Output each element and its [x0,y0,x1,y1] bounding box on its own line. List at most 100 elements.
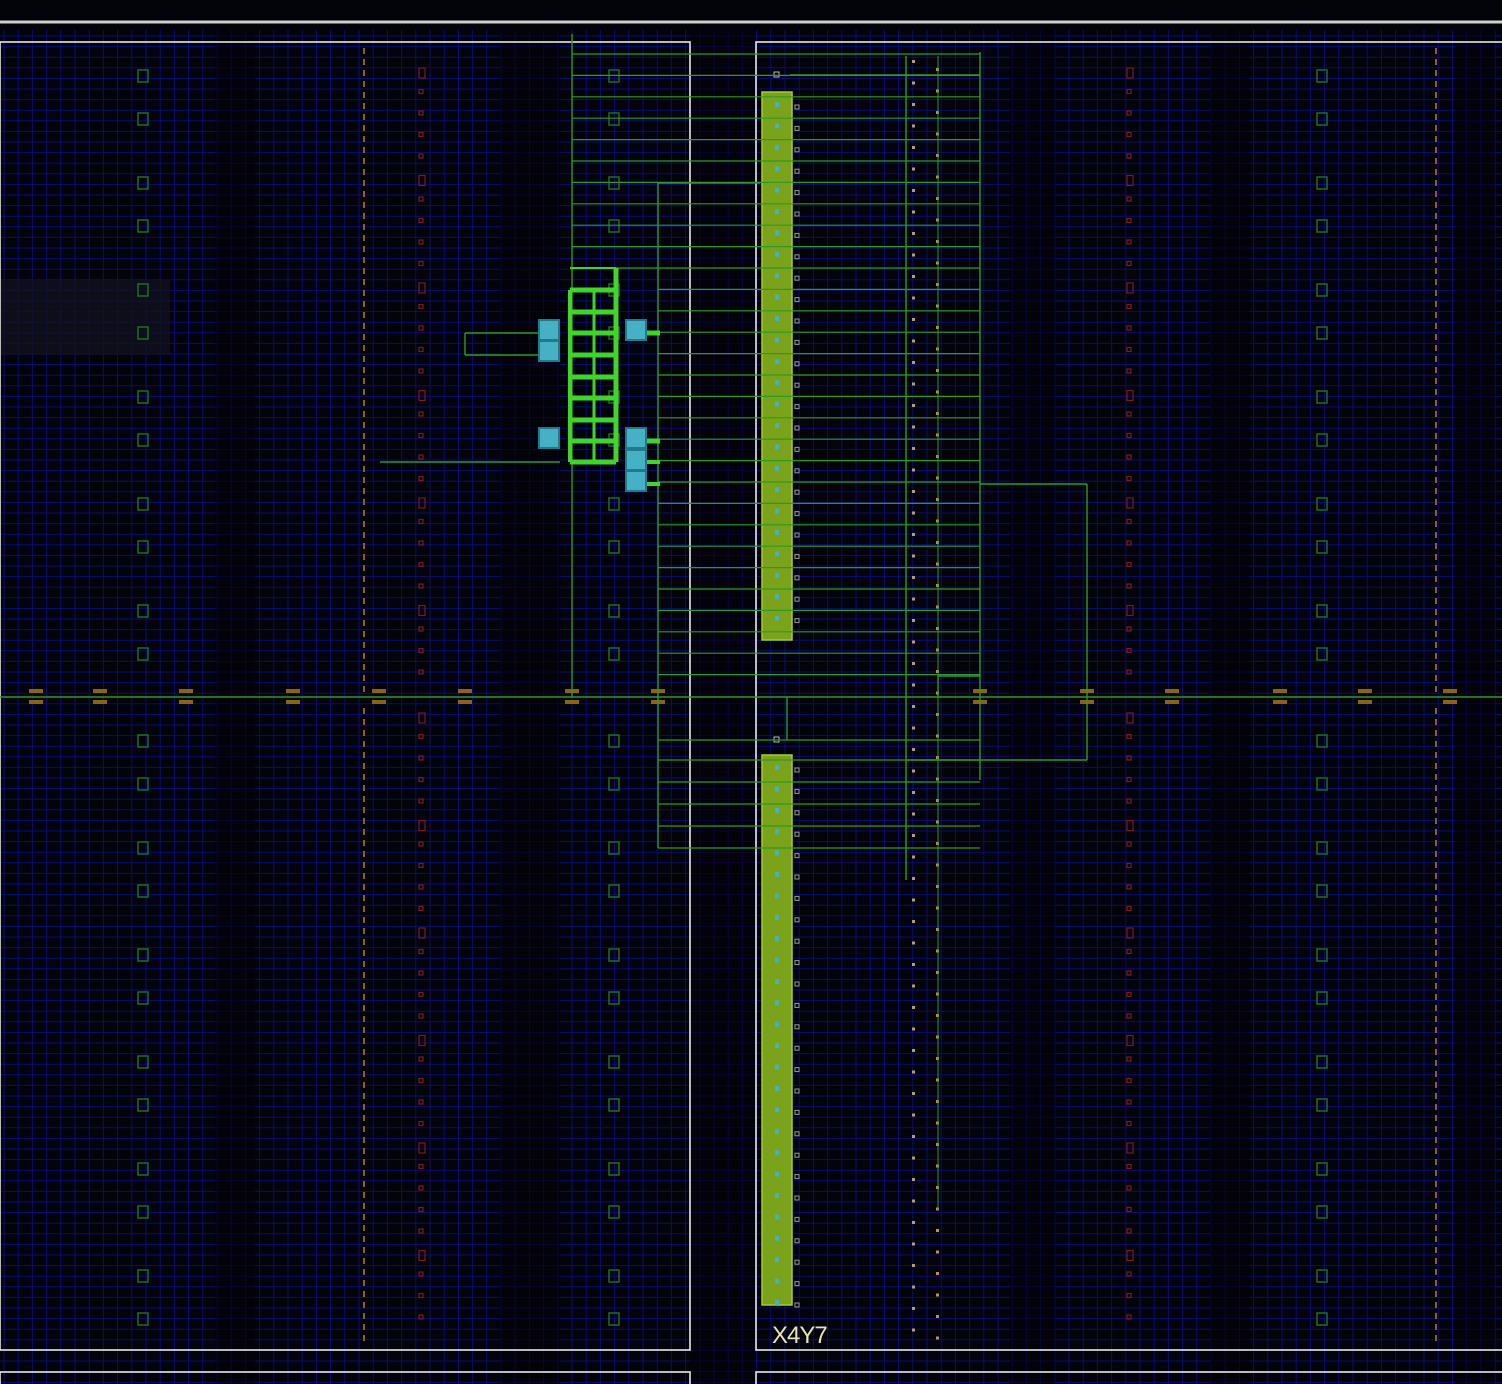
block-pin [775,1064,779,1070]
site-dot [912,726,915,730]
square-cell-icon[interactable] [625,449,647,471]
io-site-dash [363,103,365,109]
site-dot [912,597,915,601]
io-site-dash [1435,268,1437,274]
io-site-dash [363,1324,365,1330]
io-site-dash [1435,1005,1437,1011]
site-dot [912,1135,915,1138]
io-site-dash [1435,1236,1437,1242]
block-ram-upper[interactable] [761,91,793,641]
io-site-dash [363,532,365,538]
block-pin [775,1235,779,1241]
device-canvas[interactable] [0,0,1502,1384]
io-site-dash [363,939,365,945]
io-site-dash [1435,389,1437,395]
block-pin [775,465,779,471]
block-ram-lower[interactable] [761,754,793,1306]
block-pin [775,380,779,386]
io-site-dash [1435,785,1437,791]
square-cell-icon[interactable] [538,427,560,449]
io-site-dash [363,257,365,263]
io-site-dash [1435,48,1437,54]
site-dot [912,683,915,687]
io-site-dash [1435,367,1437,373]
io-site-dash [1435,862,1437,868]
block-pin [775,850,779,856]
io-site-dash [363,598,365,604]
dark-channel-column [215,30,255,1384]
io-site-dash [363,114,365,120]
block-pin [775,786,779,792]
io-site-dash [363,268,365,274]
io-site-dash [363,829,365,835]
io-site-dash [1435,246,1437,252]
io-site-dash [1435,752,1437,758]
site-dot [912,1006,915,1009]
io-site-dash [363,1126,365,1132]
site-dot [912,1178,915,1181]
block-pin [775,1193,779,1198]
block-pin [775,551,779,557]
device-placement-view[interactable]: X4Y7 [0,0,1502,1384]
io-site-dash [1435,1082,1437,1088]
io-site-dash [363,1082,365,1088]
amber-dash-icon [1443,700,1457,704]
io-site-dash [1435,950,1437,956]
block-pin [775,209,779,214]
square-cell-icon[interactable] [538,340,560,362]
io-site-dash [363,774,365,780]
io-site-dash [1435,708,1437,714]
amber-dash-icon [372,700,386,704]
amber-dash-icon [179,689,193,693]
io-site-dash [1435,1302,1437,1308]
site-dot [912,339,915,343]
io-site-dash [1435,356,1437,362]
square-cell-icon[interactable] [625,470,647,492]
io-site-dash [1435,378,1437,384]
io-site-dash [363,378,365,384]
io-site-dash [1435,1148,1437,1154]
io-site-dash [1435,1313,1437,1319]
amber-dash-icon [458,700,472,704]
io-site-dash [363,664,365,670]
amber-dash-icon [179,700,193,704]
dark-channel-column [690,30,755,1384]
block-pin [775,1021,779,1027]
square-cell-icon[interactable] [625,319,647,341]
io-site-dash [363,609,365,615]
io-site-dash [1435,136,1437,142]
io-site-dash [363,752,365,758]
site-dot [912,705,915,708]
site-dot [912,318,915,321]
site-dot [912,404,915,407]
io-site-dash [363,147,365,153]
io-site-dash [363,906,365,912]
io-site-dash [1435,1126,1437,1132]
io-site-dash [1435,928,1437,934]
io-site-dash [363,928,365,934]
io-site-dash [1435,818,1437,824]
block-pin [775,615,779,621]
io-site-dash [363,367,365,373]
site-dot [912,146,915,149]
io-site-dash [363,466,365,472]
square-cell-icon[interactable] [625,427,647,449]
site-dot [912,103,915,106]
io-site-dash [363,1214,365,1220]
amber-dash-icon [286,689,300,693]
io-site-dash [1435,400,1437,406]
io-site-dash [1435,851,1437,857]
io-site-dash [363,708,365,714]
io-site-dash [1435,1269,1437,1275]
block-pin [775,829,779,835]
io-site-dash [363,1060,365,1066]
io-site-dash [363,851,365,857]
square-cell-icon[interactable] [538,319,560,341]
amber-dash-icon [1358,700,1372,704]
io-site-dash [1435,1324,1437,1330]
faint-selection-area [0,280,170,355]
io-site-dash [1435,1115,1437,1121]
io-site-dash [1435,1258,1437,1264]
io-site-dash [363,455,365,461]
site-dot [912,425,915,429]
